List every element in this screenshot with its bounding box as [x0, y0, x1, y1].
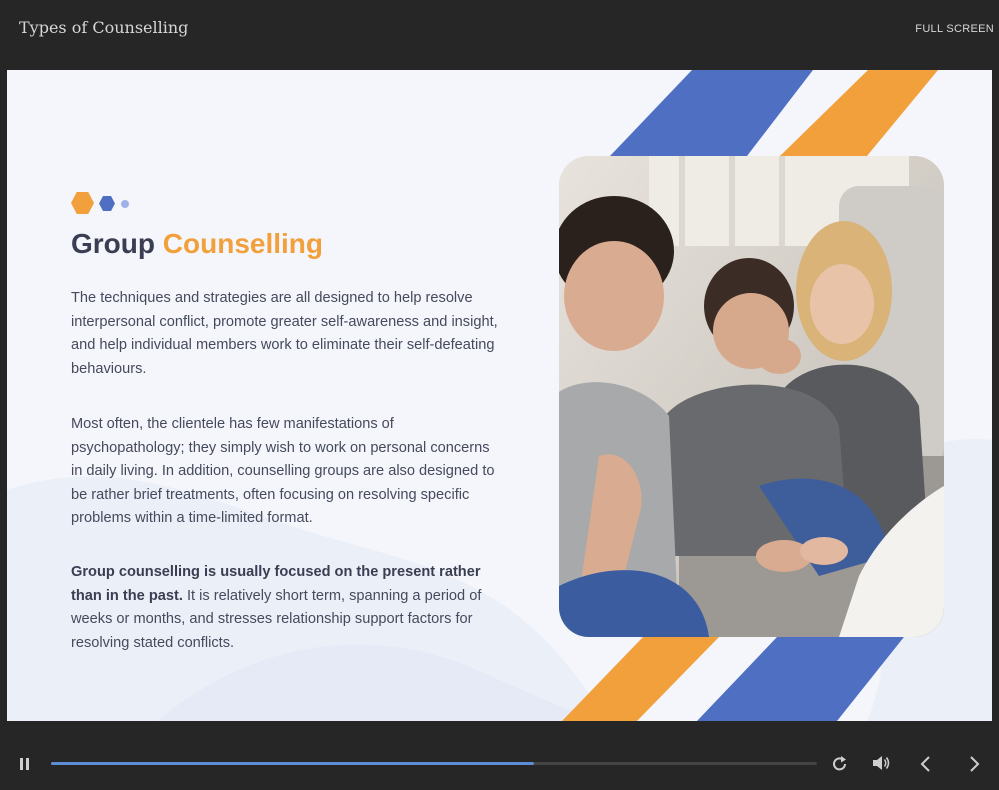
- progress-fill: [51, 762, 534, 765]
- heading-accent: Counselling: [162, 228, 324, 259]
- heading-main: Group: [71, 228, 155, 259]
- pause-icon[interactable]: [18, 757, 32, 771]
- fullscreen-button[interactable]: FULL SCREEN: [915, 23, 994, 35]
- light-blue-dot-icon: [121, 200, 129, 208]
- paragraph-1: The techniques and strategies are all de…: [71, 290, 498, 377]
- volume-icon[interactable]: [872, 755, 892, 771]
- chevron-left-icon[interactable]: [919, 755, 933, 773]
- player-header: Types of Counselling FULL SCREEN: [0, 0, 999, 70]
- player-controls: [0, 722, 999, 790]
- group-counselling-photo: [559, 156, 944, 637]
- top-stripes: [610, 70, 938, 156]
- chevron-right-icon[interactable]: [967, 755, 981, 773]
- slide-canvas: Group Counselling The techniques and str…: [7, 70, 992, 721]
- photo-illustration: [559, 156, 944, 637]
- replay-icon[interactable]: [831, 755, 849, 773]
- slide-heading: Group Counselling: [71, 228, 323, 260]
- paragraph-3: Group counselling is usually focused on …: [71, 561, 501, 655]
- paragraph-2: Most often, the clientele has few manife…: [71, 416, 495, 527]
- course-title: Types of Counselling: [19, 18, 189, 37]
- progress-bar[interactable]: [51, 762, 817, 765]
